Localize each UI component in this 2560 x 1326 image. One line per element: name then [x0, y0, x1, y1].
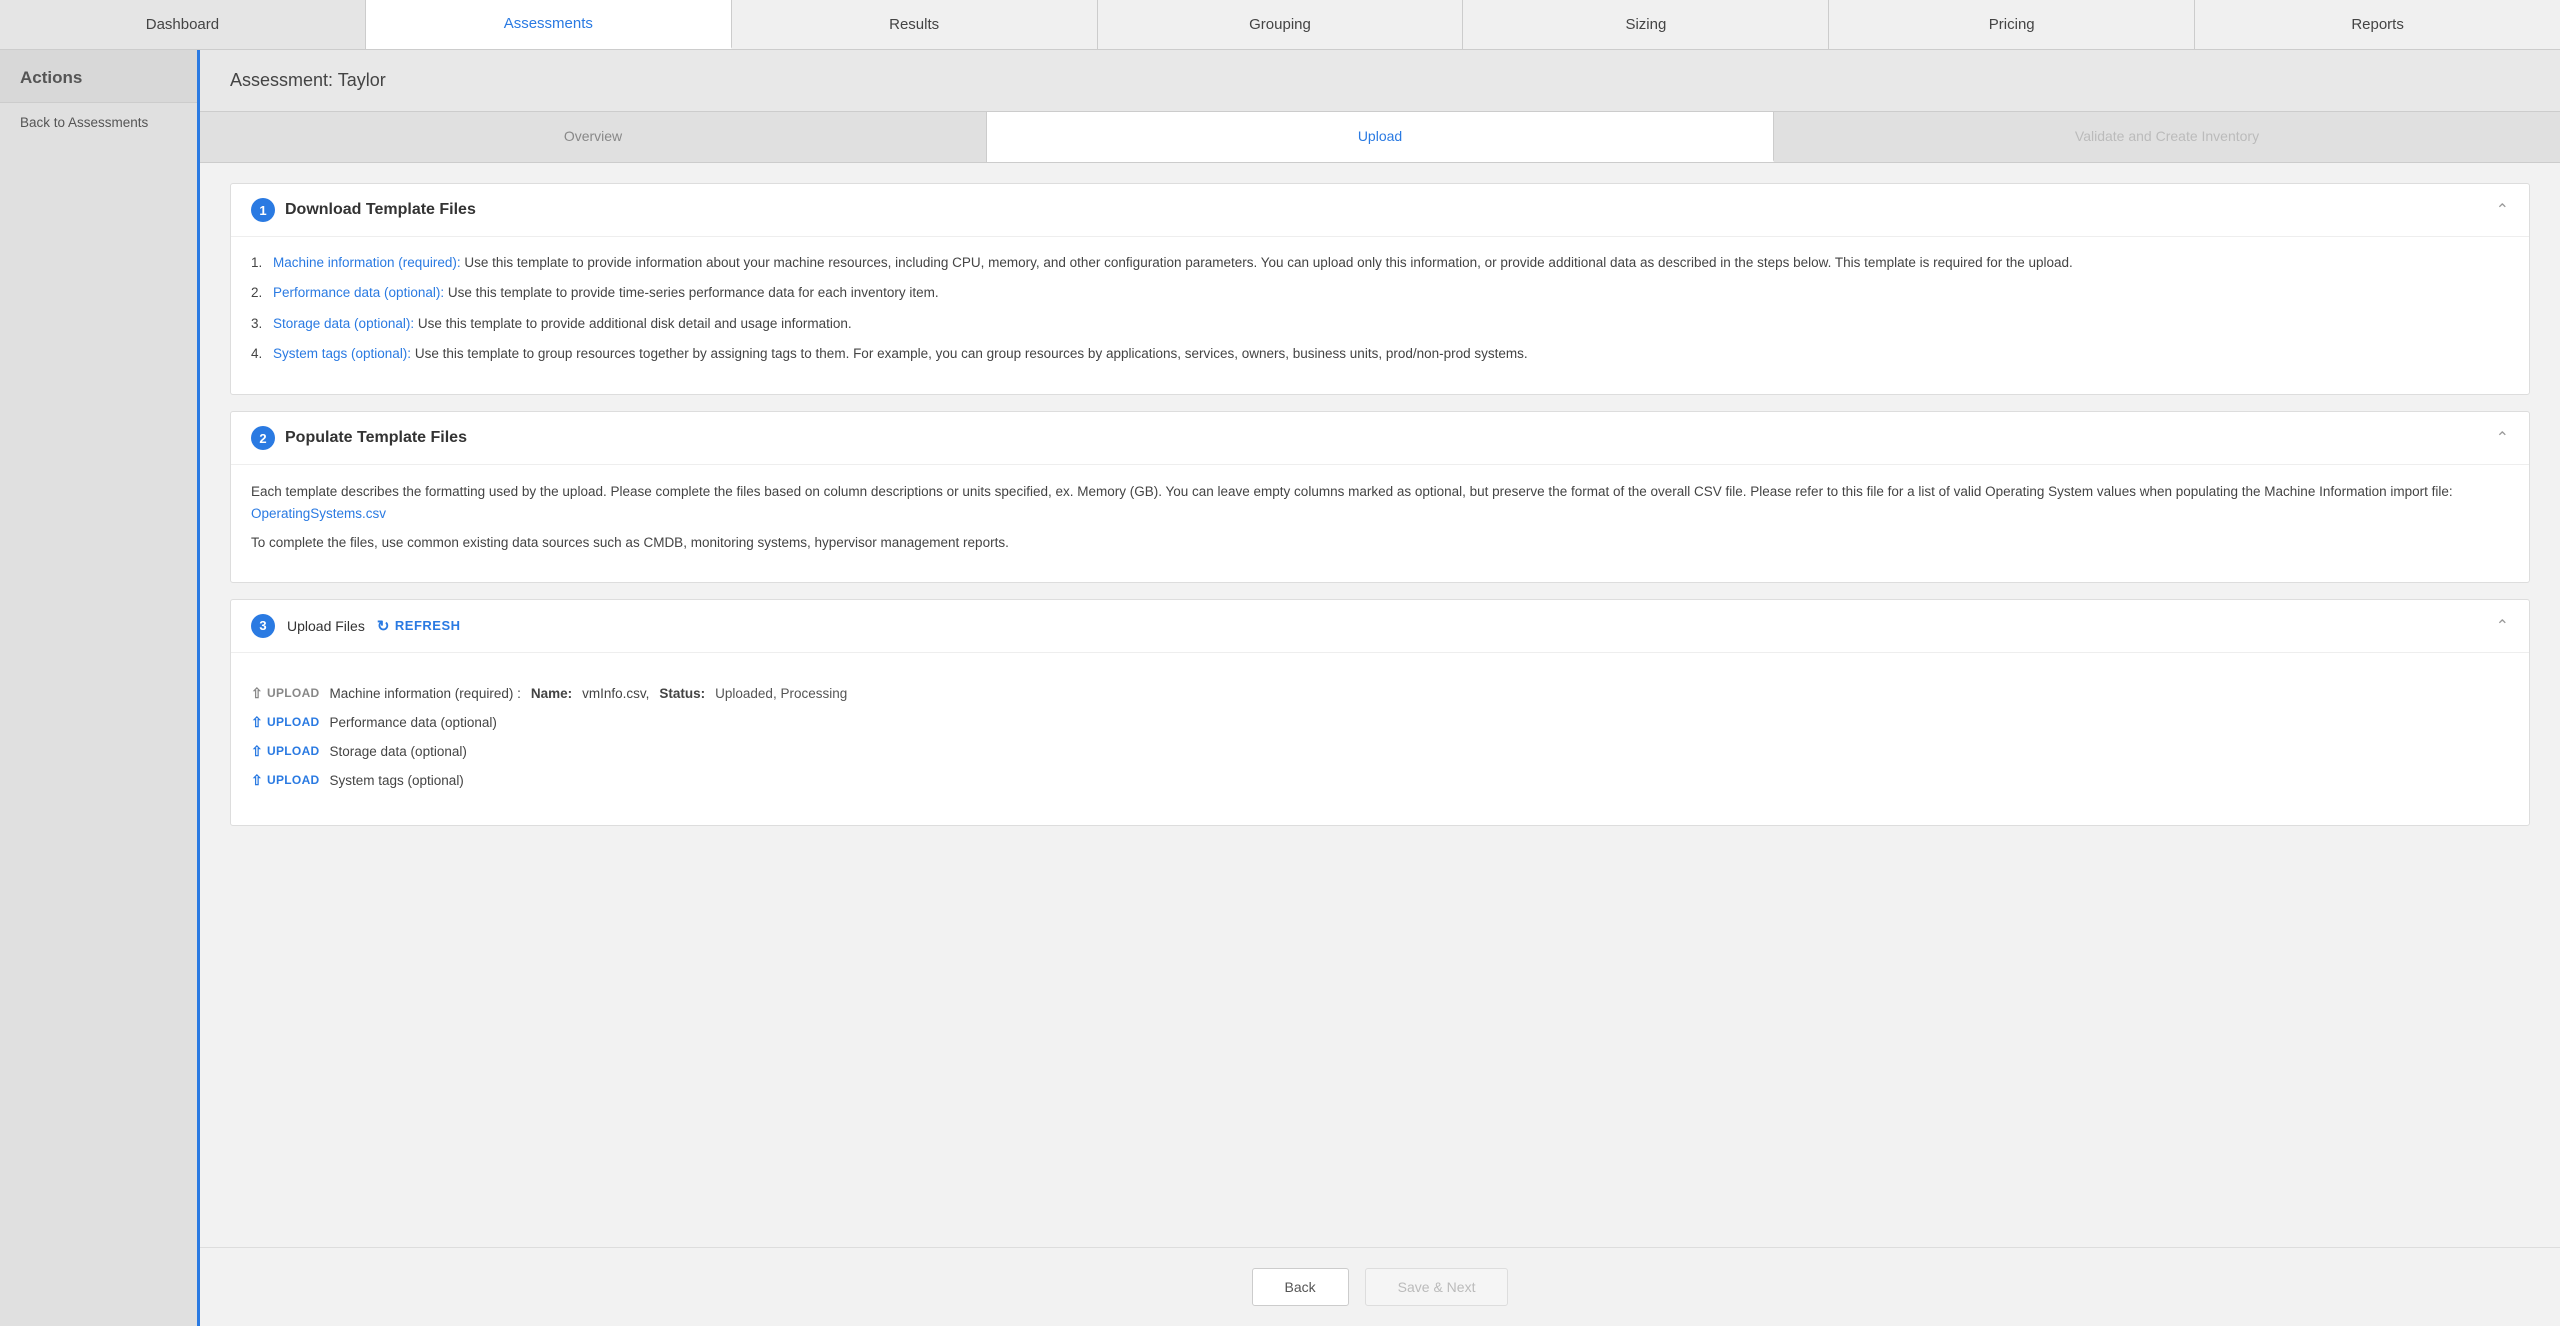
- assessment-title: Assessment: Taylor: [200, 50, 2560, 112]
- upload-section: 3 Upload Files ↻ REFRESH ⌃: [230, 599, 2530, 826]
- download-collapse-icon[interactable]: ⌃: [2496, 200, 2509, 220]
- populate-section-title: 2 Populate Template Files: [251, 426, 467, 450]
- perf-data-desc: Use this template to provide time-series…: [448, 285, 939, 300]
- list-item: Machine information (required): Use this…: [251, 253, 2509, 273]
- operating-systems-csv-link[interactable]: OperatingSystems.csv: [251, 506, 386, 521]
- nav-tab-grouping[interactable]: Grouping: [1098, 0, 1464, 49]
- upload-row-tags: ⇧ UPLOAD System tags (optional): [251, 766, 2509, 795]
- upload-storage-btn-label: UPLOAD: [267, 744, 319, 758]
- tab-validate: Validate and Create Inventory: [1774, 112, 2560, 162]
- upload-row-machine: ⇧ UPLOAD Machine information (required) …: [251, 679, 2509, 708]
- sidebar: Actions Back to Assessments: [0, 50, 200, 1326]
- refresh-button[interactable]: ↻ REFRESH: [377, 617, 461, 635]
- populate-title-text: Populate Template Files: [285, 429, 467, 447]
- upload-row-storage: ⇧ UPLOAD Storage data (optional): [251, 737, 2509, 766]
- populate-collapse-icon[interactable]: ⌃: [2496, 428, 2509, 448]
- upload-storage-button[interactable]: ⇧ UPLOAD: [251, 743, 320, 760]
- list-item: Storage data (optional): Use this templa…: [251, 314, 2509, 334]
- bottom-bar: Back Save & Next: [200, 1247, 2560, 1326]
- step-badge-2: 2: [251, 426, 275, 450]
- page-content: 1 Download Template Files ⌃ Machine info…: [200, 163, 2560, 1247]
- sub-tabs: Overview Upload Validate and Create Inve…: [200, 112, 2560, 163]
- upload-section-header: 3 Upload Files ↻ REFRESH ⌃: [231, 600, 2529, 653]
- nav-tab-assessments[interactable]: Assessments: [366, 0, 732, 49]
- download-template-list: Machine information (required): Use this…: [251, 253, 2509, 364]
- back-to-assessments-link[interactable]: Back to Assessments: [0, 103, 197, 142]
- perf-data-link[interactable]: Performance data (optional):: [273, 285, 444, 300]
- upload-storage-icon: ⇧: [251, 743, 263, 760]
- upload-machine-btn-label: UPLOAD: [267, 686, 319, 700]
- back-button[interactable]: Back: [1252, 1268, 1349, 1306]
- upload-section-body: ⇧ UPLOAD Machine information (required) …: [231, 653, 2529, 825]
- nav-tab-dashboard[interactable]: Dashboard: [0, 0, 366, 49]
- storage-data-link[interactable]: Storage data (optional):: [273, 316, 414, 331]
- storage-data-desc: Use this template to provide additional …: [418, 316, 852, 331]
- upload-tags-text: System tags (optional): [330, 773, 464, 788]
- save-next-button: Save & Next: [1365, 1268, 1509, 1306]
- nav-tab-reports[interactable]: Reports: [2195, 0, 2560, 49]
- download-section-title: 1 Download Template Files: [251, 198, 476, 222]
- upload-perf-btn-label: UPLOAD: [267, 715, 319, 729]
- step-badge-3: 3: [251, 614, 275, 638]
- upload-machine-status-value: Uploaded, Processing: [715, 686, 847, 701]
- upload-perf-text: Performance data (optional): [330, 715, 497, 730]
- tab-upload[interactable]: Upload: [987, 112, 1774, 162]
- upload-storage-text: Storage data (optional): [330, 744, 467, 759]
- download-section-header: 1 Download Template Files ⌃: [231, 184, 2529, 237]
- upload-rows: ⇧ UPLOAD Machine information (required) …: [251, 669, 2509, 805]
- upload-row-perf: ⇧ UPLOAD Performance data (optional): [251, 708, 2509, 737]
- nav-tab-pricing[interactable]: Pricing: [1829, 0, 2195, 49]
- top-nav: Dashboard Assessments Results Grouping S…: [0, 0, 2560, 50]
- content-area: Assessment: Taylor Overview Upload Valid…: [200, 50, 2560, 1326]
- system-tags-desc: Use this template to group resources tog…: [415, 346, 1528, 361]
- upload-perf-icon: ⇧: [251, 714, 263, 731]
- upload-machine-button[interactable]: ⇧ UPLOAD: [251, 685, 320, 702]
- upload-section-title-group: 3 Upload Files ↻ REFRESH: [251, 614, 461, 638]
- populate-para2: To complete the files, use common existi…: [251, 532, 2509, 554]
- step-badge-1: 1: [251, 198, 275, 222]
- upload-machine-icon: ⇧: [251, 685, 263, 702]
- tab-overview[interactable]: Overview: [200, 112, 987, 162]
- nav-tab-sizing[interactable]: Sizing: [1463, 0, 1829, 49]
- download-section-body: Machine information (required): Use this…: [231, 237, 2529, 394]
- machine-info-desc: Use this template to provide information…: [464, 255, 2072, 270]
- download-title-text: Download Template Files: [285, 201, 476, 219]
- upload-machine-status-label: Status:: [659, 686, 705, 701]
- nav-tab-results[interactable]: Results: [732, 0, 1098, 49]
- list-item: Performance data (optional): Use this te…: [251, 283, 2509, 303]
- machine-info-link[interactable]: Machine information (required):: [273, 255, 461, 270]
- main-layout: Actions Back to Assessments Assessment: …: [0, 50, 2560, 1326]
- upload-machine-name-value: vmInfo.csv,: [582, 686, 649, 701]
- populate-para1: Each template describes the formatting u…: [251, 481, 2509, 524]
- refresh-label: REFRESH: [395, 618, 461, 633]
- populate-section: 2 Populate Template Files ⌃ Each templat…: [230, 411, 2530, 583]
- upload-collapse-icon[interactable]: ⌃: [2496, 616, 2509, 636]
- populate-section-header: 2 Populate Template Files ⌃: [231, 412, 2529, 465]
- upload-perf-button[interactable]: ⇧ UPLOAD: [251, 714, 320, 731]
- upload-tags-btn-label: UPLOAD: [267, 773, 319, 787]
- list-item: System tags (optional): Use this templat…: [251, 344, 2509, 364]
- populate-section-body: Each template describes the formatting u…: [231, 465, 2529, 582]
- upload-machine-text: Machine information (required) :: [330, 686, 521, 701]
- download-section: 1 Download Template Files ⌃ Machine info…: [230, 183, 2530, 395]
- upload-machine-name-label: Name:: [531, 686, 572, 701]
- refresh-icon: ↻: [377, 617, 390, 635]
- system-tags-link[interactable]: System tags (optional):: [273, 346, 411, 361]
- upload-tags-icon: ⇧: [251, 772, 263, 789]
- upload-tags-button[interactable]: ⇧ UPLOAD: [251, 772, 320, 789]
- upload-title-text: Upload Files: [287, 618, 365, 634]
- sidebar-header: Actions: [0, 50, 197, 103]
